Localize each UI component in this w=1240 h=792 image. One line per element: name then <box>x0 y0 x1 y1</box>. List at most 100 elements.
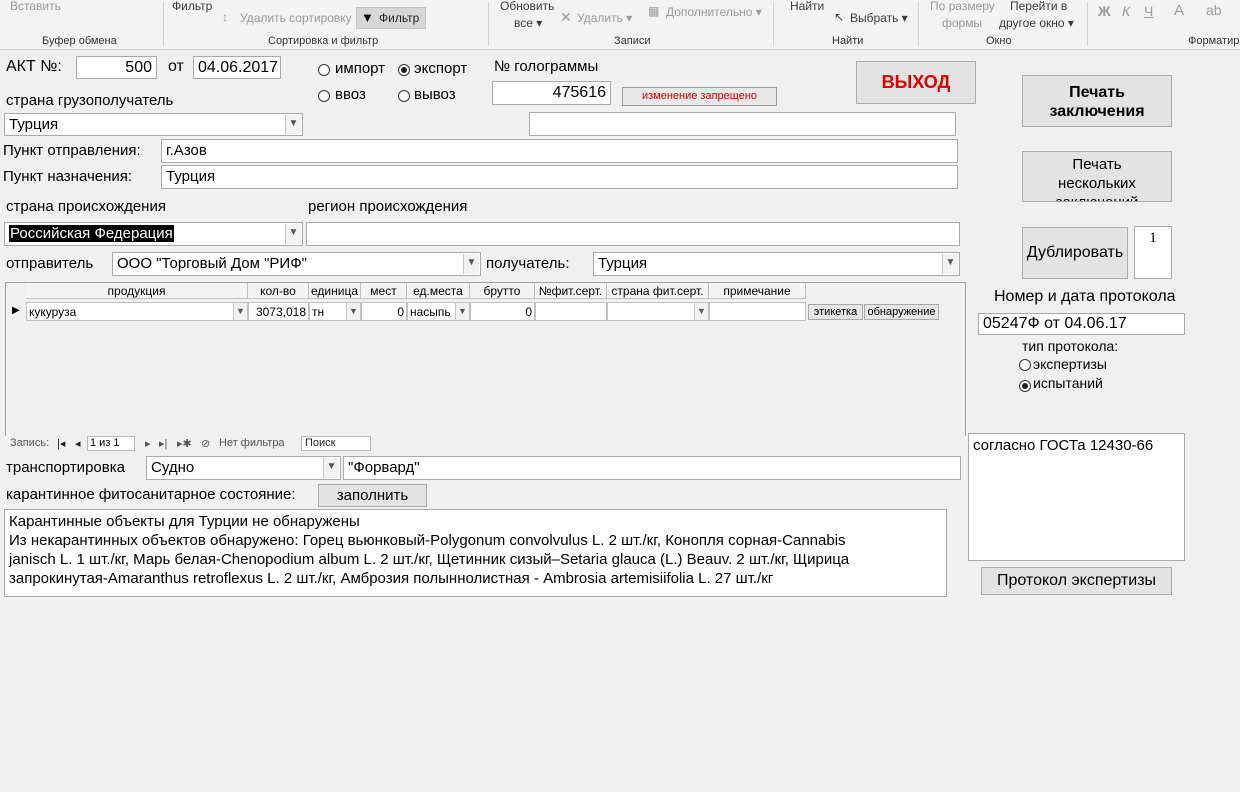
consignee-country-combo[interactable]: Турция ▼ <box>4 113 303 136</box>
refresh-all-button[interactable]: Обновить <box>500 0 554 13</box>
act-date-field[interactable]: 04.06.2017 <box>193 56 281 79</box>
fill-button[interactable]: заполнить <box>318 484 427 507</box>
cell-place-unit-value: насыпь <box>410 305 451 319</box>
expertise-protocol-button[interactable]: Протокол экспертизы <box>981 567 1172 595</box>
bold-button[interactable]: Ж <box>1098 3 1111 19</box>
new-record-icon[interactable]: ▸✱ <box>177 437 192 450</box>
destination-label: Пункт назначения: <box>3 168 133 185</box>
cell-qty[interactable]: 3073,018 <box>248 302 309 321</box>
col-header-place-unit[interactable]: ед.места <box>407 283 470 299</box>
vessel-name-field[interactable]: "Форвард" <box>343 456 961 480</box>
col-header-gross[interactable]: брутто <box>470 283 535 299</box>
search-field[interactable]: Поиск <box>301 436 371 451</box>
italic-button[interactable]: К <box>1122 3 1130 19</box>
col-header-cert-no[interactable]: №фит.серт. <box>535 283 607 299</box>
no-filter-button[interactable]: Нет фильтра <box>219 437 285 449</box>
filter-button[interactable]: Фильтр <box>172 0 212 13</box>
change-locked-button[interactable]: изменение запрещено <box>622 87 777 106</box>
sender-combo[interactable]: ООО "Торговый Дом "РИФ" ▼ <box>112 252 481 276</box>
radio-import[interactable] <box>318 64 330 76</box>
radio-entry[interactable] <box>318 90 330 102</box>
ribbon-separator <box>773 2 774 46</box>
ribbon-group-sort-filter: Сортировка и фильтр <box>268 35 379 47</box>
ribbon-group-window: Окно <box>986 35 1012 47</box>
protocol-field[interactable]: 05247Ф от 04.06.17 <box>978 313 1185 335</box>
print-multiple-button[interactable]: Печать нескольких заключений <box>1022 151 1172 202</box>
consignee-country-label: страна грузополучатель <box>6 92 174 109</box>
chevron-down-icon[interactable]: ▼ <box>455 303 469 320</box>
record-navigation: Запись: |◂ ◂ 1 из 1 ▸ ▸| ▸✱ ⊘ Нет фильтр… <box>5 436 966 453</box>
origin-region-field[interactable] <box>306 222 960 246</box>
cell-product[interactable]: кукуруза ▼ <box>26 302 248 321</box>
switch-window-button[interactable]: Перейти в <box>1010 0 1067 13</box>
prev-record-icon[interactable]: ◂ <box>75 437 81 450</box>
exit-button[interactable]: ВЫХОД <box>856 61 976 104</box>
underline-button[interactable]: Ч <box>1144 3 1153 19</box>
grid-icon: ▦ <box>648 4 660 18</box>
detection-button[interactable]: обнаружение <box>864 304 939 320</box>
recipient-combo[interactable]: Турция ▼ <box>593 252 960 276</box>
delete-button[interactable]: Удалить ▾ <box>577 11 632 25</box>
act-form: АКТ №: 500 от 04.06.2017 импорт экспорт … <box>0 50 1240 792</box>
radio-export[interactable] <box>398 64 410 76</box>
ribbon-separator <box>918 2 919 46</box>
cell-note[interactable] <box>709 302 806 321</box>
label-button[interactable]: этикетка <box>808 304 863 320</box>
radio-tests[interactable] <box>1019 380 1031 392</box>
transport-type-combo[interactable]: Судно ▼ <box>146 456 341 480</box>
font-color-button[interactable]: A <box>1174 2 1184 19</box>
delete-icon: ✕ <box>560 9 572 25</box>
departure-field[interactable]: г.Азов <box>161 139 958 163</box>
remove-sort-icon: ↕ <box>222 10 228 24</box>
record-selector-icon[interactable]: ▶ <box>12 305 20 316</box>
chevron-down-icon[interactable]: ▼ <box>285 115 301 134</box>
radio-exit[interactable] <box>398 90 410 102</box>
remove-sort-button[interactable]: Удалить сортировку <box>240 11 352 25</box>
act-number-field[interactable]: 500 <box>76 56 157 79</box>
duplicate-button[interactable]: Дублировать <box>1022 227 1128 279</box>
last-record-icon[interactable]: ▸| <box>159 437 167 450</box>
select-button[interactable]: Выбрать ▾ <box>850 11 908 25</box>
consignee-extra-field[interactable] <box>529 112 956 136</box>
cell-cert-no[interactable] <box>535 302 607 321</box>
col-header-product[interactable]: продукция <box>26 283 248 299</box>
chevron-down-icon[interactable]: ▼ <box>285 224 301 244</box>
record-position-field[interactable]: 1 из 1 <box>87 436 135 451</box>
filter-toggle-button[interactable]: ▼ Фильтр <box>356 7 426 29</box>
destination-field[interactable]: Турция <box>161 165 958 189</box>
chevron-down-icon[interactable]: ▼ <box>463 254 479 274</box>
chevron-down-icon[interactable]: ▼ <box>233 303 247 320</box>
find-button[interactable]: Найти <box>790 0 824 13</box>
col-header-cert-country[interactable]: страна фит.серт. <box>607 283 709 299</box>
radio-expertise[interactable] <box>1019 359 1031 371</box>
cell-place-unit[interactable]: насыпь ▼ <box>407 302 470 321</box>
cell-gross[interactable]: 0 <box>470 302 535 321</box>
ribbon-separator <box>1087 2 1088 46</box>
col-header-qty[interactable]: кол-во <box>248 283 309 299</box>
gost-text[interactable]: согласно ГОСТа 12430-66 <box>968 433 1185 561</box>
phyto-state-text[interactable]: Карантинные объекты для Турции не обнару… <box>4 509 947 597</box>
col-header-note[interactable]: примечание <box>709 283 806 299</box>
cell-cert-country[interactable]: ▼ <box>607 302 709 321</box>
print-conclusion-button[interactable]: Печать заключения <box>1022 75 1172 127</box>
chevron-down-icon[interactable]: ▼ <box>346 303 360 320</box>
col-header-unit[interactable]: единица <box>309 283 361 299</box>
more-button[interactable]: Дополнительно ▾ <box>666 5 762 19</box>
first-record-icon[interactable]: |◂ <box>57 437 65 450</box>
col-header-places[interactable]: мест <box>361 283 407 299</box>
ribbon-group-clipboard: Буфер обмена <box>42 35 117 47</box>
next-record-icon[interactable]: ▸ <box>145 437 151 450</box>
origin-country-combo[interactable]: Российская Федерация ▼ <box>4 222 303 246</box>
chevron-down-icon[interactable]: ▼ <box>942 254 958 274</box>
act-number-label: АКТ №: <box>6 58 62 75</box>
duplicate-count-field[interactable]: 1 <box>1134 226 1172 279</box>
cell-unit[interactable]: тн ▼ <box>309 302 361 321</box>
hologram-field[interactable]: 475616 <box>492 81 611 105</box>
chevron-down-icon[interactable]: ▼ <box>323 458 339 478</box>
paste-button[interactable]: Вставить <box>10 0 61 13</box>
fit-form-button[interactable]: По размеру <box>930 0 995 13</box>
origin-country-label: страна происхождения <box>6 198 166 215</box>
cell-places[interactable]: 0 <box>361 302 407 321</box>
chevron-down-icon[interactable]: ▼ <box>694 303 708 320</box>
print-multiple-line-2: нескольких <box>1058 175 1136 192</box>
